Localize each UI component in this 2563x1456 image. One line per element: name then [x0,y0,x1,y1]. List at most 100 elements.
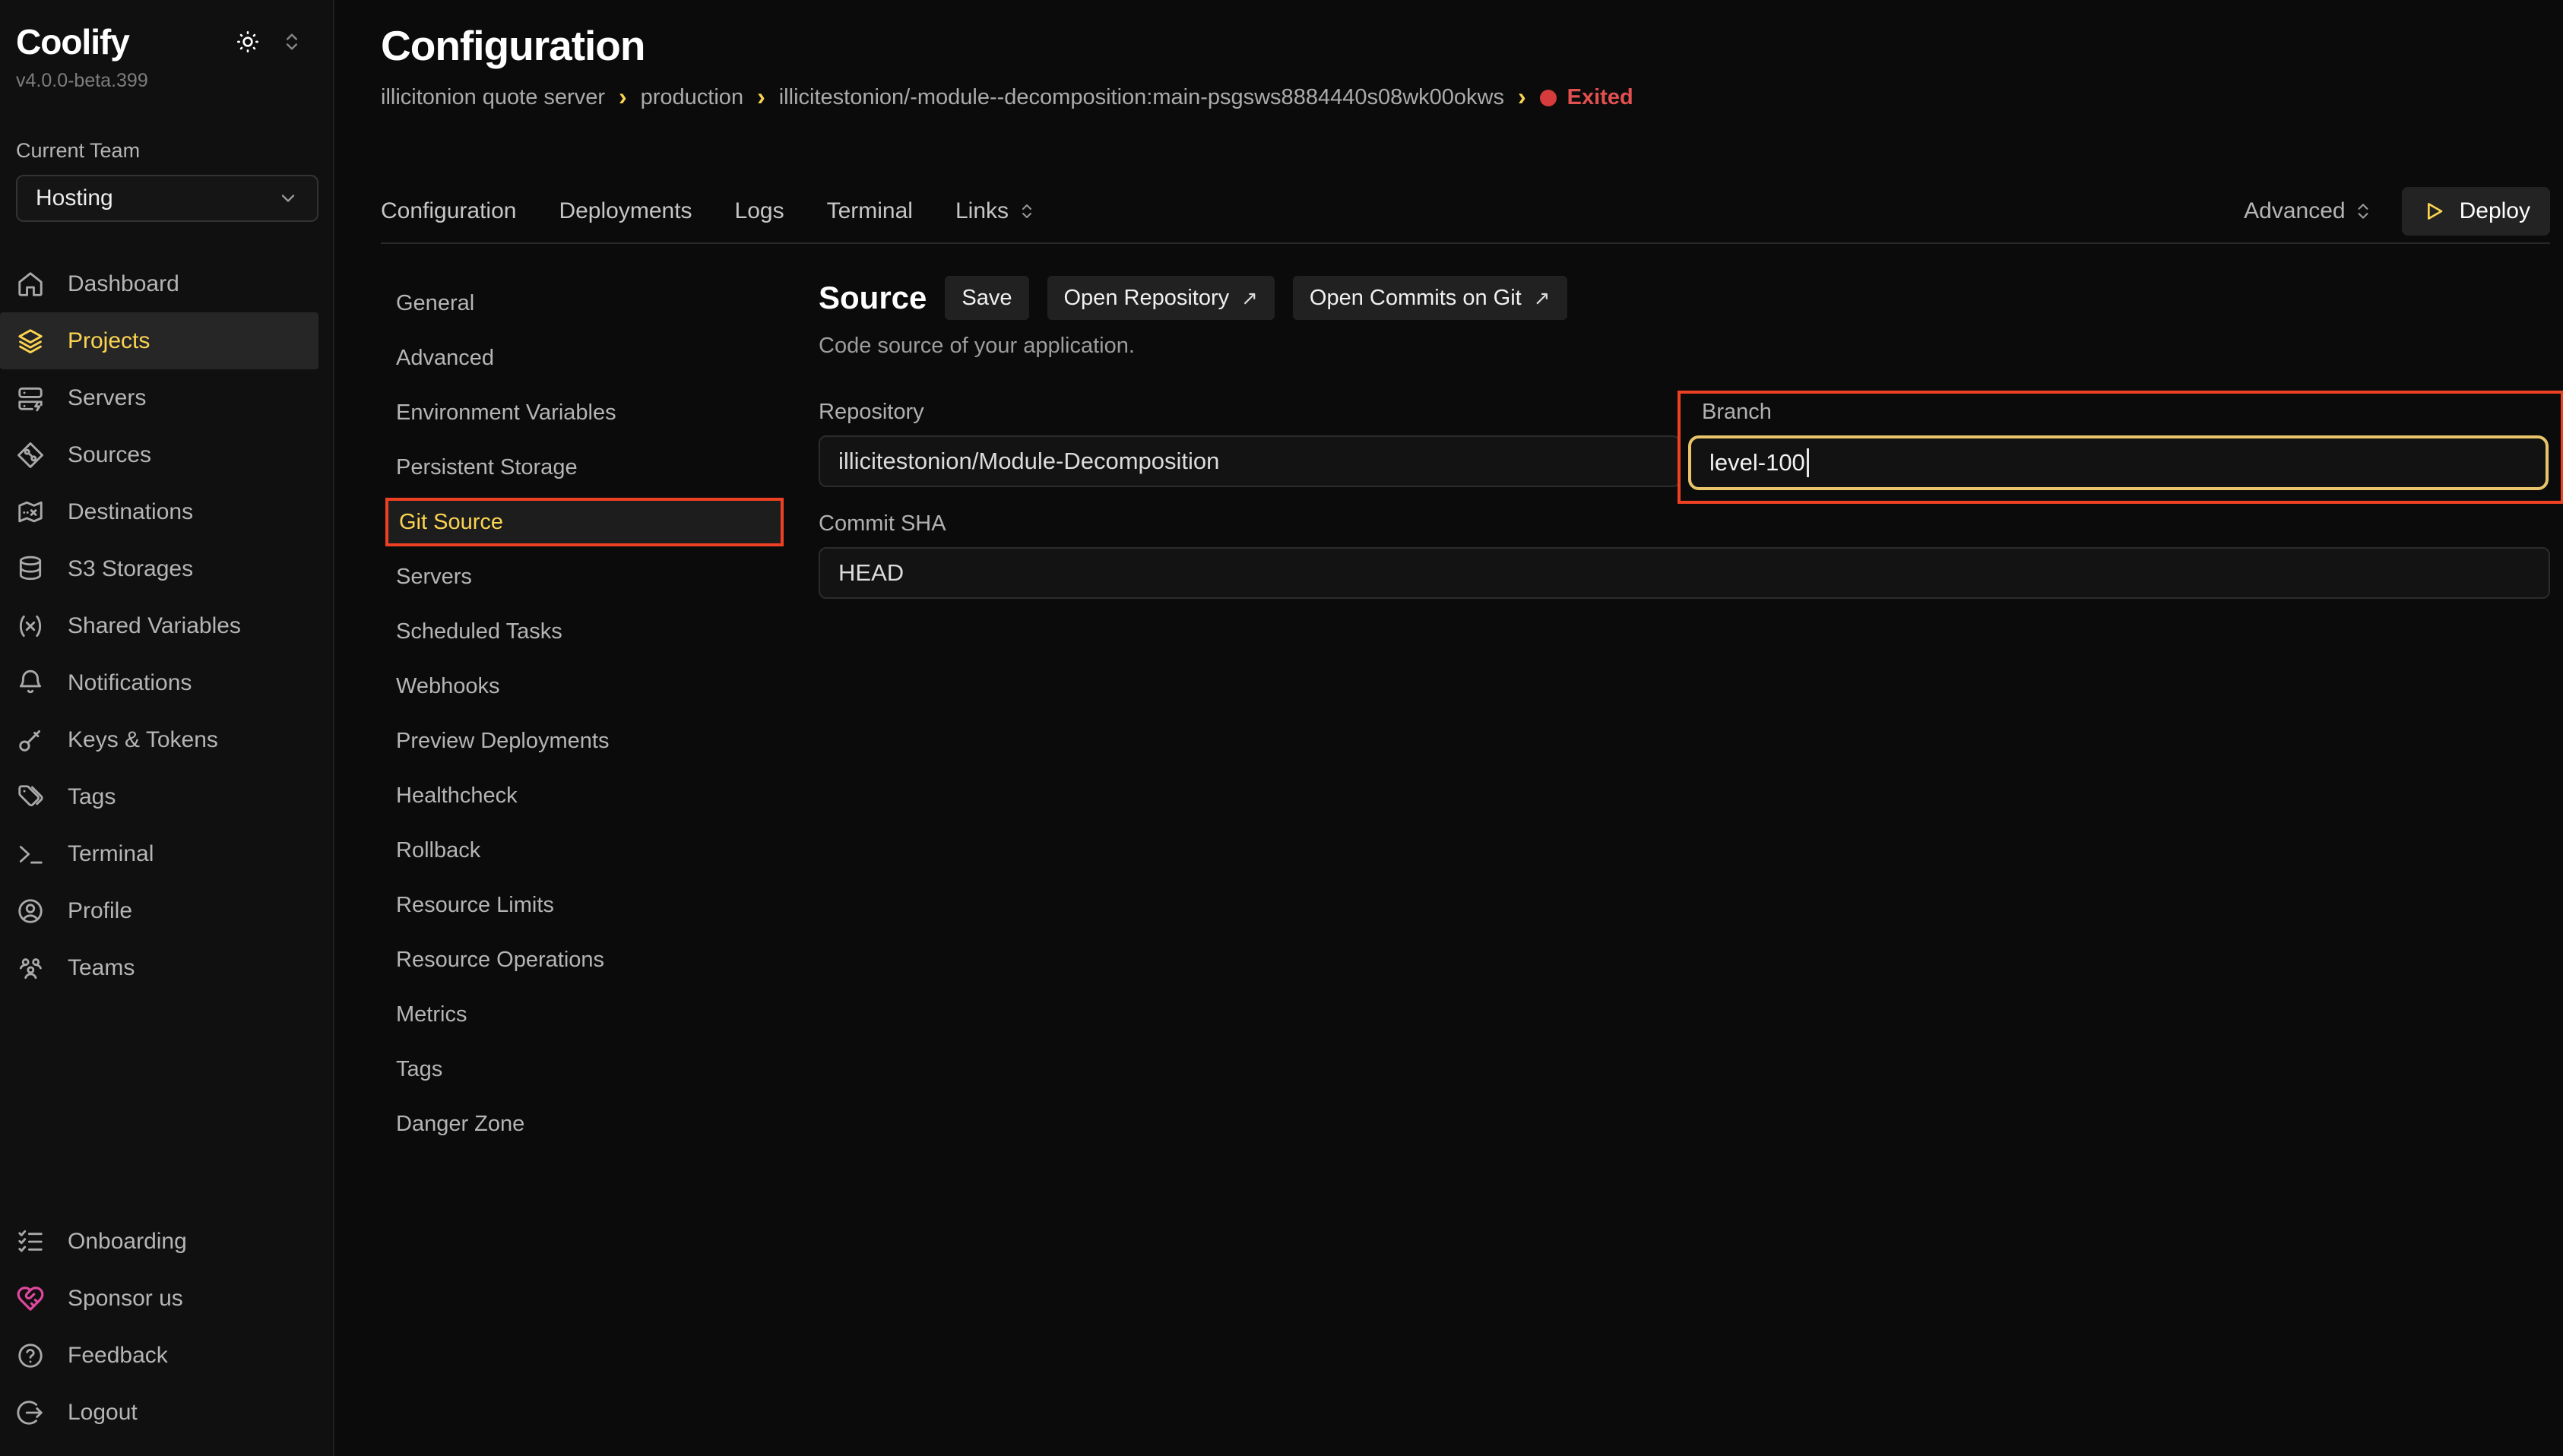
chevrons-up-down-icon [1018,202,1036,220]
team-select[interactable]: Hosting [16,175,318,222]
subnav-item-scheduled-tasks[interactable]: Scheduled Tasks [381,604,819,659]
commit-sha-input[interactable] [819,547,2550,599]
repository-label: Repository [819,400,1681,425]
breadcrumb-project[interactable]: illicitonion quote server [381,85,605,110]
subnav-item-preview-deployments[interactable]: Preview Deployments [381,714,819,768]
subnav-item-servers[interactable]: Servers [381,549,819,604]
subnav-item-git-source[interactable]: Git Source [388,501,781,543]
subnav-item-rollback[interactable]: Rollback [381,823,819,878]
breadcrumb-chevron-icon: › [619,84,627,109]
checklist-icon [16,1227,45,1256]
sidebar-item-destinations[interactable]: Destinations [0,483,318,540]
sidebar-item-shared-variables[interactable]: Shared Variables [0,597,318,654]
terminal-icon [16,840,45,869]
sidebar-item-profile[interactable]: Profile [0,882,318,939]
sidebar-item-projects[interactable]: Projects [0,312,318,369]
sidebar-item-servers[interactable]: Servers [0,369,318,426]
home-icon [16,270,45,299]
subnav-item-advanced[interactable]: Advanced [381,331,819,385]
sidebar-item-terminal[interactable]: Terminal [0,825,318,882]
sidebar-item-label: Tags [68,784,116,810]
sidebar-item-onboarding[interactable]: Onboarding [0,1213,318,1270]
annotation-box-git-source: Git Source [385,498,784,546]
sidebar-item-label: Teams [68,955,135,981]
subnav-item-persistent-storage[interactable]: Persistent Storage [381,440,819,495]
sidebar-item-teams[interactable]: Teams [0,939,318,996]
subnav-item-tags[interactable]: Tags [381,1042,819,1097]
tab-links-label: Links [955,198,1009,224]
sidebar-item-tags[interactable]: Tags [0,768,318,825]
sidebar: Coolify v4.0.0-beta.399 Current Team Hos… [0,0,334,1456]
theme-selector-chevrons-icon[interactable] [281,31,303,52]
database-icon [16,555,45,584]
sidebar-item-feedback[interactable]: Feedback [0,1327,318,1384]
key-icon [16,726,45,755]
sidebar-item-s3-storages[interactable]: S3 Storages [0,540,318,597]
save-button[interactable]: Save [945,276,1028,320]
current-team-label: Current Team [16,139,333,163]
subnav-item-metrics[interactable]: Metrics [381,987,819,1042]
subnav-item-webhooks[interactable]: Webhooks [381,659,819,714]
subnav-item-healthcheck[interactable]: Healthcheck [381,768,819,823]
subnav-item-environment-variables[interactable]: Environment Variables [381,385,819,440]
breadcrumb-chevron-icon: › [757,84,765,109]
subnav-item-resource-operations[interactable]: Resource Operations [381,932,819,987]
logout-icon [16,1398,45,1427]
breadcrumb-environment[interactable]: production [641,85,743,110]
sidebar-item-notifications[interactable]: Notifications [0,654,318,711]
tab-logs[interactable]: Logs [735,198,784,224]
sidebar-item-sources[interactable]: Sources [0,426,318,483]
configuration-subnav: General Advanced Environment Variables P… [381,276,819,1456]
breadcrumb-resource[interactable]: illicitestonion/-module--decomposition:m… [779,85,1504,110]
repository-field: Repository [819,400,1681,504]
sidebar-item-logout[interactable]: Logout [0,1384,318,1441]
sidebar-item-label: Dashboard [68,271,179,297]
commit-sha-field: Commit SHA [819,511,2550,599]
layers-icon [16,327,45,356]
sidebar-item-label: Shared Variables [68,613,241,639]
sidebar-item-label: Destinations [68,499,193,525]
sidebar-item-dashboard[interactable]: Dashboard [0,255,318,312]
tab-links[interactable]: Links [955,198,1036,224]
help-circle-icon [16,1341,45,1370]
tab-deployments[interactable]: Deployments [559,198,692,224]
subnav-item-danger-zone[interactable]: Danger Zone [381,1097,819,1151]
theme-toggle-sun-icon[interactable] [236,30,260,54]
sidebar-item-label: Onboarding [68,1229,187,1255]
page-title: Configuration [381,21,2550,70]
external-link-icon: ↗ [1241,286,1258,310]
app-logo: Coolify [16,21,129,62]
chevrons-up-down-icon [2353,201,2373,221]
deploy-label: Deploy [2460,198,2530,224]
deploy-button[interactable]: Deploy [2402,187,2550,236]
play-icon [2422,199,2446,223]
variable-icon [16,612,45,641]
tabbar: Configuration Deployments Logs Terminal … [381,180,2550,244]
sidebar-item-label: Sources [68,442,151,468]
chevron-down-icon [277,188,299,209]
tab-terminal[interactable]: Terminal [827,198,913,224]
annotation-box-branch: Branch level-100 [1678,391,2563,504]
main-area: Configuration illicitonion quote server … [334,0,2563,1456]
branch-input[interactable]: level-100 [1688,435,2549,490]
sidebar-item-keys-tokens[interactable]: Keys & Tokens [0,711,318,768]
source-description: Code source of your application. [819,334,2550,359]
open-repository-button[interactable]: Open Repository ↗ [1047,276,1275,320]
map-icon [16,498,45,527]
sidebar-item-sponsor-us[interactable]: Sponsor us [0,1270,318,1327]
subnav-item-general[interactable]: General [381,276,819,331]
repository-input[interactable] [819,435,1681,487]
open-commits-label: Open Commits on Git [1310,286,1522,311]
status-badge: Exited [1540,85,1633,110]
open-commits-button[interactable]: Open Commits on Git ↗ [1293,276,1567,320]
tab-configuration[interactable]: Configuration [381,198,516,224]
advanced-dropdown[interactable]: Advanced [2244,198,2372,224]
sidebar-item-label: Servers [68,385,146,411]
subnav-item-resource-limits[interactable]: Resource Limits [381,878,819,932]
external-link-icon: ↗ [1534,286,1551,310]
server-icon [16,384,45,413]
advanced-label: Advanced [2244,198,2345,224]
git-source-icon [16,441,45,470]
text-cursor [1807,448,1809,477]
sidebar-item-label: Notifications [68,670,192,696]
